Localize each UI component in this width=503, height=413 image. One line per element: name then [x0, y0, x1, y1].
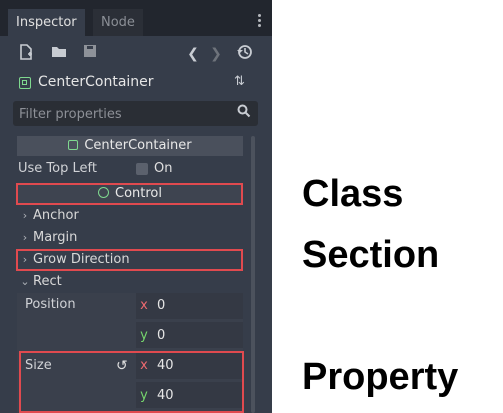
- section-margin[interactable]: › Margin: [17, 227, 243, 249]
- history-icon[interactable]: [235, 44, 255, 64]
- position-y-field[interactable]: [136, 322, 243, 348]
- save-icon[interactable]: [80, 44, 100, 64]
- use-top-left-checkbox[interactable]: [136, 163, 148, 175]
- tab-inspector[interactable]: Inspector: [8, 9, 85, 36]
- section-rect[interactable]: ⌄ Rect: [17, 271, 243, 293]
- use-top-left-on-label[interactable]: On: [154, 161, 172, 176]
- position-x-value[interactable]: 0: [157, 298, 165, 313]
- center-container-class-icon: [68, 140, 79, 150]
- tab-bar: Inspector Node: [0, 0, 272, 36]
- property-annotation: Property: [302, 356, 459, 398]
- class-annotation: Class: [302, 173, 404, 215]
- back-icon[interactable]: ❮: [183, 44, 203, 64]
- section-annotation: Section: [302, 234, 440, 276]
- section-anchor-label: Anchor: [33, 208, 79, 223]
- position-x-key: x: [140, 298, 148, 313]
- position-y-key: y: [140, 328, 148, 343]
- new-resource-icon[interactable]: [16, 44, 36, 64]
- class-header-label: CenterContainer: [84, 138, 192, 153]
- object-properties-menu-icon[interactable]: ⇅: [234, 74, 245, 89]
- chevron-right-icon: ›: [22, 231, 28, 244]
- filter-field[interactable]: [13, 101, 258, 126]
- open-folder-icon[interactable]: [49, 44, 69, 64]
- position-x-field[interactable]: [136, 293, 243, 319]
- use-top-left-label: Use Top Left: [18, 161, 97, 176]
- position-y-value[interactable]: 0: [157, 328, 165, 343]
- more-options-icon[interactable]: [258, 14, 262, 29]
- class-header: CenterContainer: [17, 136, 243, 156]
- property-highlight-box: [19, 351, 244, 413]
- center-container-icon: [19, 77, 31, 89]
- forward-icon[interactable]: ❯: [206, 44, 226, 64]
- chevron-right-icon: ›: [22, 209, 28, 222]
- chevron-down-icon: ⌄: [20, 275, 30, 288]
- position-label: Position: [25, 297, 76, 312]
- section-anchor[interactable]: › Anchor: [17, 205, 243, 227]
- tab-node[interactable]: Node: [93, 9, 143, 36]
- search-icon: [237, 104, 251, 122]
- class-highlight-box: [16, 183, 243, 205]
- filter-properties-input[interactable]: [17, 103, 231, 126]
- section-rect-label: Rect: [33, 274, 62, 289]
- inspector-scrollbar[interactable]: [251, 136, 255, 413]
- inspector-panel: Inspector Node ❮ ❯ CenterContainer ⇅ Cen…: [0, 0, 272, 413]
- object-name[interactable]: CenterContainer: [38, 74, 154, 90]
- section-margin-label: Margin: [33, 230, 78, 245]
- section-highlight-box: [16, 249, 243, 271]
